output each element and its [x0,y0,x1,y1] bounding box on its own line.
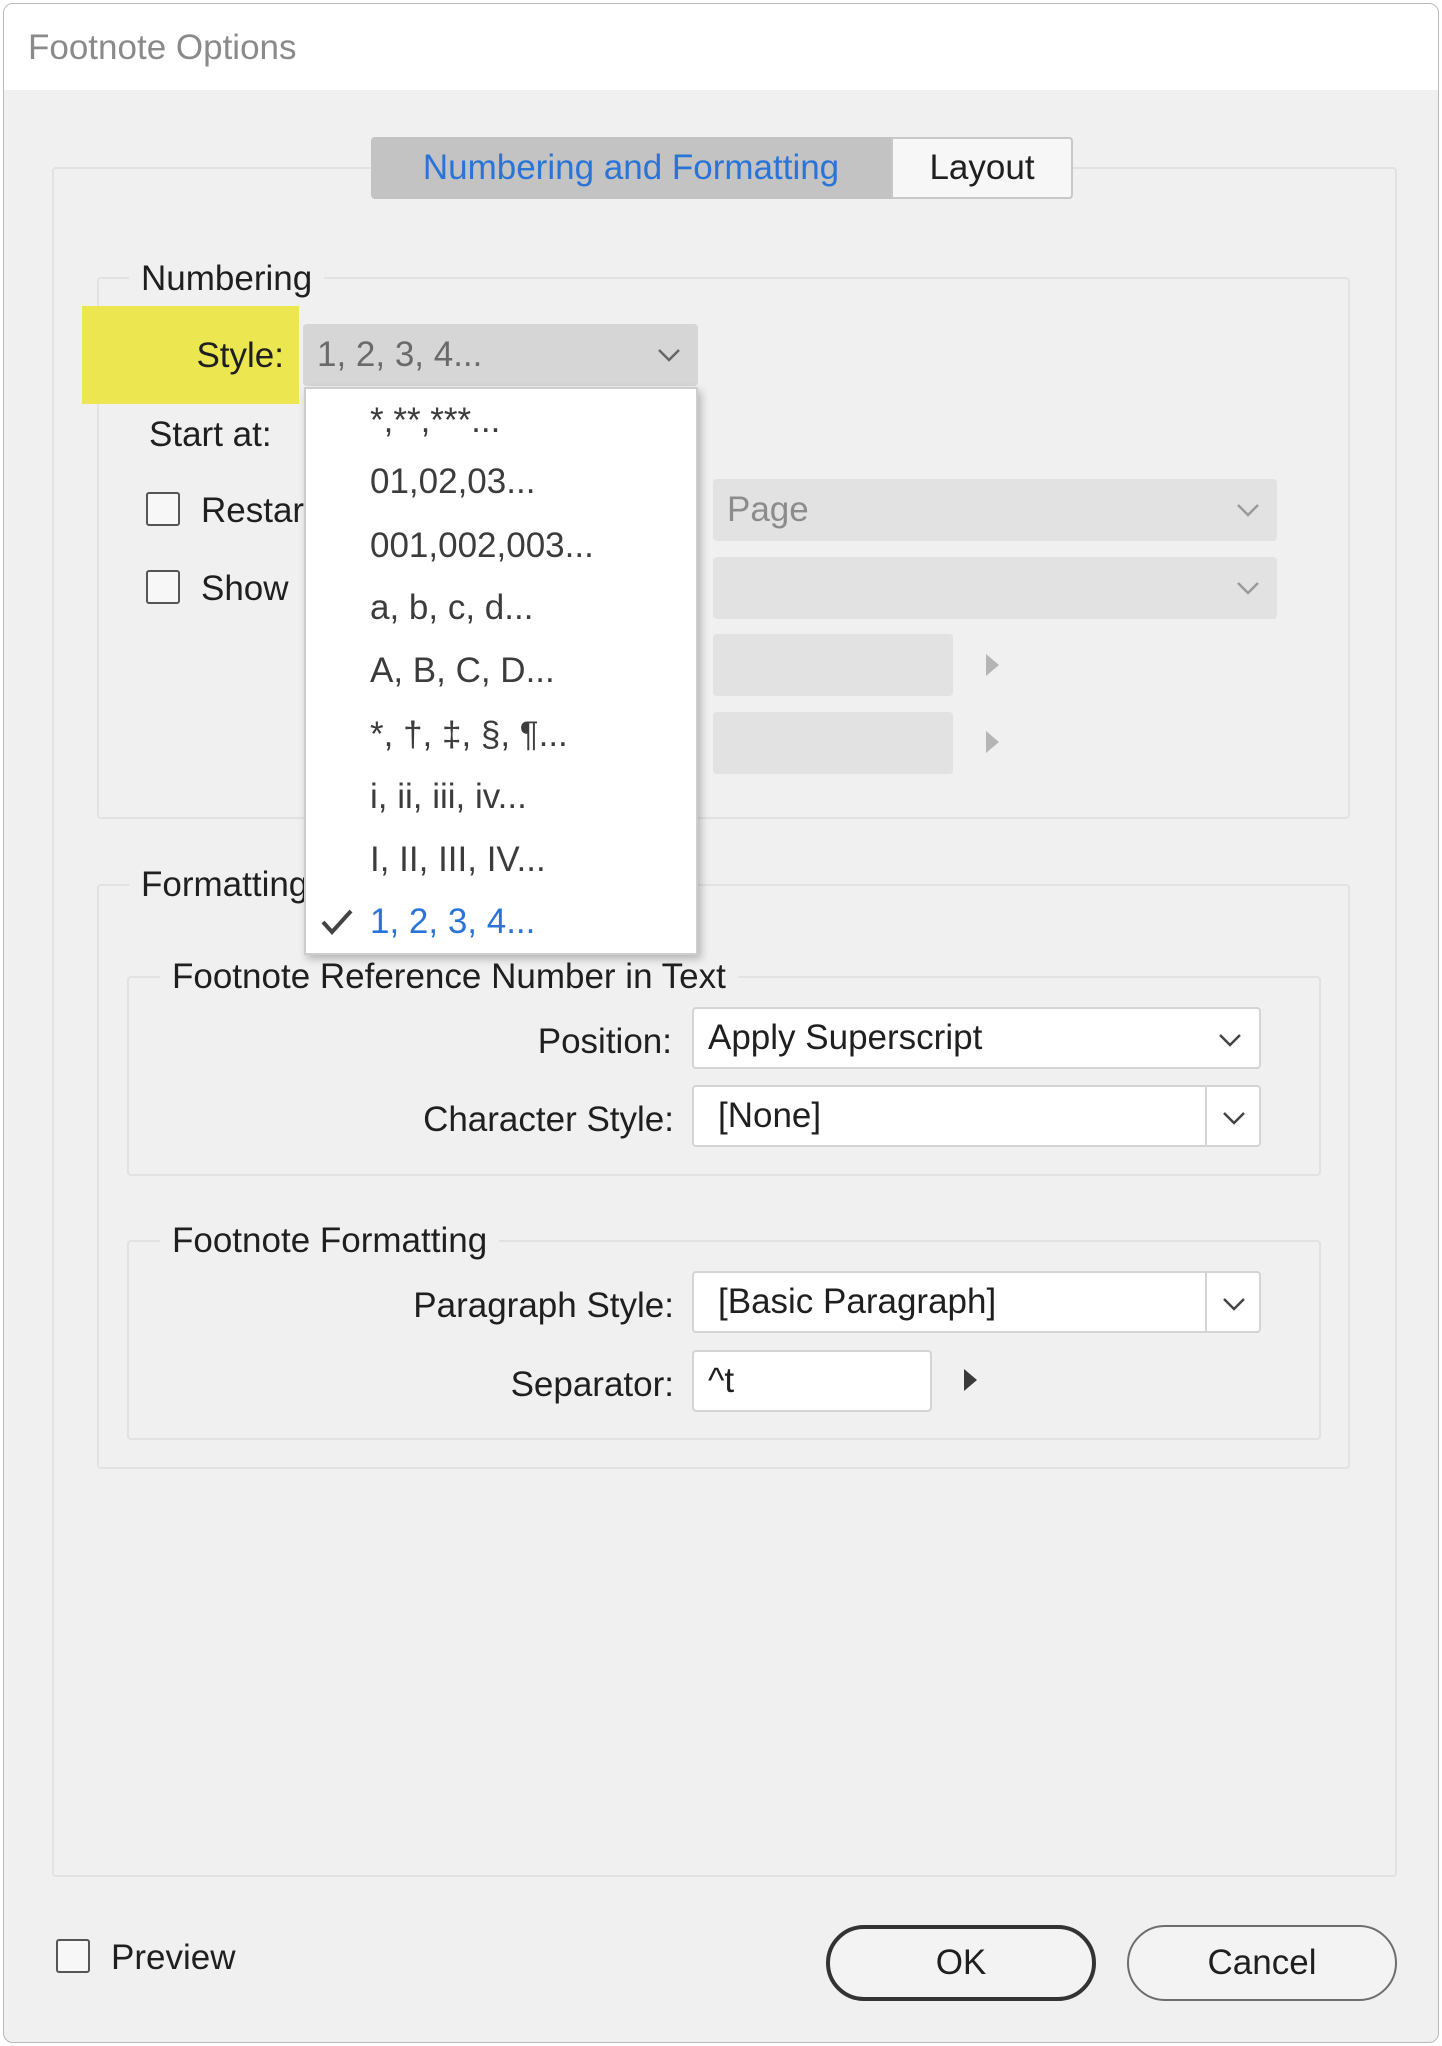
preview-checkbox[interactable] [56,1939,90,1973]
position-dropdown[interactable]: Apply Superscript [692,1007,1261,1069]
style-option-arabic[interactable]: 1, 2, 3, 4... [306,892,696,952]
reference-number-group-label: Footnote Reference Number in Text [160,957,738,997]
prefix-input [713,634,953,696]
footnote-formatting-group-label: Footnote Formatting [160,1221,500,1261]
suffix-input [713,712,953,774]
style-option-lower-alpha[interactable]: a, b, c, d... [306,578,696,638]
position-value: Apply Superscript [708,1018,983,1057]
show-prefix-checkbox[interactable] [146,570,180,604]
tab-strip: Numbering and Formatting Layout [371,137,1073,199]
tab-layout[interactable]: Layout [891,137,1073,199]
preview-label: Preview [111,1938,236,1977]
separator-input[interactable]: ^t [692,1350,932,1412]
style-option-asterisks[interactable]: *,**,***... [306,391,696,451]
character-style-value: [None] [718,1096,822,1135]
style-option-upper-roman[interactable]: I, II, III, IV... [306,830,696,890]
title-bar: Footnote Options [4,4,1438,90]
style-option-two-digit[interactable]: 01,02,03... [306,452,696,512]
style-option-arabic-label: 1, 2, 3, 4... [370,902,536,941]
chevron-down-icon [1237,582,1259,595]
chevron-down-icon [1219,1034,1241,1047]
style-select-value: 1, 2, 3, 4... [317,335,483,374]
character-style-combo[interactable]: [None] [692,1085,1261,1147]
restart-label: Restar [201,491,305,530]
special-char-arrow-icon [986,654,999,676]
position-select [713,557,1277,619]
style-label: Style: [196,336,284,375]
style-option-upper-alpha[interactable]: A, B, C, D... [306,641,696,701]
chevron-down-icon [658,349,680,362]
chevron-down-icon [1223,1112,1245,1125]
special-char-arrow-icon [986,731,999,753]
style-option-symbols[interactable]: *, †, ‡, §, ¶... [306,705,696,765]
footnote-options-dialog: Footnote Options Numbering and Formattin… [3,3,1439,2043]
style-option-lower-roman[interactable]: i, ii, iii, iv... [306,767,696,827]
paragraph-style-combo[interactable]: [Basic Paragraph] [692,1271,1261,1333]
character-style-dropdown-button[interactable] [1205,1087,1259,1145]
window-title: Footnote Options [28,28,297,67]
chevron-down-icon [1223,1298,1245,1311]
separator-label: Separator: [510,1365,674,1404]
style-select[interactable]: 1, 2, 3, 4... [303,324,698,386]
style-option-three-digit[interactable]: 001,002,003... [306,516,696,576]
formatting-group-label: Formatting [129,865,321,905]
restart-scope-select: Page [713,479,1277,541]
cancel-button[interactable]: Cancel [1127,1925,1397,2001]
start-at-label: Start at: [149,415,272,454]
ok-button[interactable]: OK [826,1925,1096,2001]
style-dropdown-list: *,**,***... 01,02,03... 001,002,003... a… [304,387,698,955]
special-char-arrow-icon[interactable] [964,1369,977,1391]
restart-checkbox[interactable] [146,492,180,526]
tab-numbering-and-formatting[interactable]: Numbering and Formatting [371,137,891,199]
paragraph-style-value: [Basic Paragraph] [718,1282,997,1321]
paragraph-style-dropdown-button[interactable] [1205,1273,1259,1331]
checkmark-icon [321,909,353,935]
paragraph-style-label: Paragraph Style: [413,1286,674,1325]
numbering-group-label: Numbering [129,259,325,299]
show-label: Show [201,569,289,608]
character-style-label: Character Style: [423,1100,674,1139]
position-label: Position: [537,1022,672,1061]
chevron-down-icon [1237,504,1259,517]
restart-scope-value: Page [727,490,809,529]
